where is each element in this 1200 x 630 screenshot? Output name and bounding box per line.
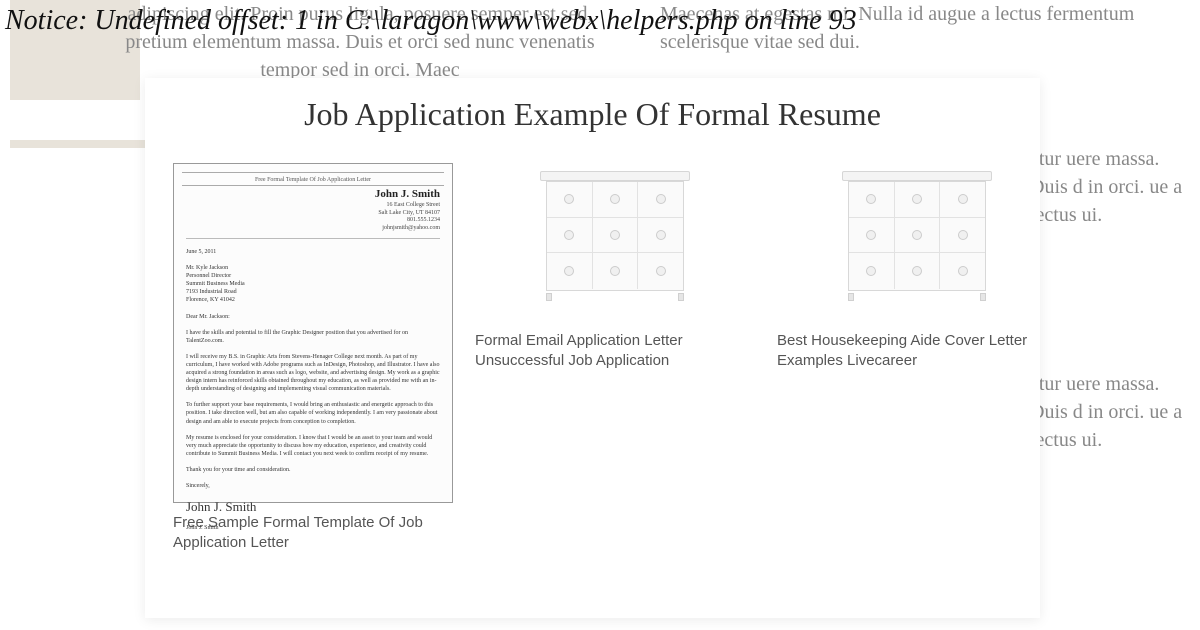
article-card: Job Application Example Of Formal Resume… bbox=[145, 78, 1040, 618]
dresser-icon bbox=[540, 171, 690, 301]
addr-line: johnjsmith@yahoo.com bbox=[378, 225, 440, 233]
letter-recipient: Mr. Kyle Jackson Personnel Director Summ… bbox=[186, 264, 440, 304]
addr-line: Salt Lake City, UT 84107 bbox=[378, 210, 440, 218]
letter-sender-address: 16 East College Street Salt Lake City, U… bbox=[378, 202, 440, 232]
thumb-caption: Formal Email Application Letter Unsucces… bbox=[475, 331, 755, 372]
letter-para: I have the skills and potential to fill … bbox=[186, 329, 440, 345]
letter-divider bbox=[186, 238, 440, 239]
thumb-image-letter: Free Formal Template Of Job Application … bbox=[173, 163, 453, 503]
letter-sender-name: John J. Smith bbox=[375, 188, 440, 200]
thumb-image-dresser bbox=[777, 171, 1057, 321]
letter-date: June 5, 2011 bbox=[186, 248, 440, 256]
thumbnail-row: Free Formal Template Of Job Application … bbox=[173, 163, 1012, 554]
thumb-caption: Best Housekeeping Aide Cover Letter Exam… bbox=[777, 331, 1057, 372]
thumb-item[interactable]: Free Formal Template Of Job Application … bbox=[173, 163, 453, 554]
letter-para: My resume is enclosed for your considera… bbox=[186, 434, 440, 458]
letter-para: I will receive my B.S. in Graphic Arts f… bbox=[186, 353, 440, 393]
letter-printed-name: John J. Smith bbox=[186, 524, 440, 532]
thumb-item[interactable]: Formal Email Application Letter Unsucces… bbox=[475, 163, 755, 554]
letter-header-band: Free Formal Template Of Job Application … bbox=[182, 172, 444, 186]
letter-para: To further support your base requirement… bbox=[186, 401, 440, 425]
letter-greeting: Dear Mr. Jackson: bbox=[186, 313, 440, 321]
letter-closing: Sincerely, bbox=[186, 482, 440, 490]
addr-line: 801.555.1234 bbox=[378, 217, 440, 225]
letter-para: Thank you for your time and consideratio… bbox=[186, 466, 440, 474]
addr-line: 16 East College Street bbox=[378, 202, 440, 210]
letter-signature: John J. Smith bbox=[186, 498, 440, 516]
letter-body: June 5, 2011 Mr. Kyle Jackson Personnel … bbox=[186, 248, 440, 540]
dresser-icon bbox=[842, 171, 992, 301]
page-title: Job Application Example Of Formal Resume bbox=[173, 96, 1012, 133]
php-error-notice: Notice: Undefined offset: 1 in C:\larago… bbox=[5, 5, 857, 37]
thumb-image-dresser bbox=[475, 171, 755, 321]
thumb-item[interactable]: Best Housekeeping Aide Cover Letter Exam… bbox=[777, 163, 1057, 554]
